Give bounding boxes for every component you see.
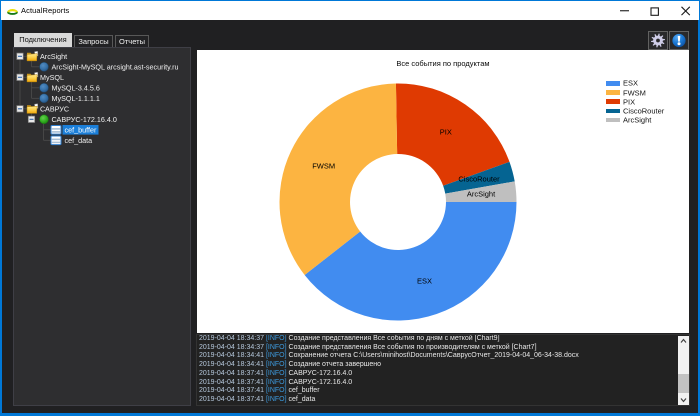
svg-text:САВРУС: САВРУС	[40, 104, 69, 113]
svg-text:MySQL-3.4.5.6: MySQL-3.4.5.6	[52, 83, 100, 92]
svg-text:cef_data: cef_data	[65, 136, 93, 145]
svg-text:ArcSight: ArcSight	[40, 52, 67, 61]
svg-text:MySQL-1.1.1.1: MySQL-1.1.1.1	[52, 94, 100, 103]
svg-text:MySQL: MySQL	[40, 73, 64, 82]
svg-text:САВРУС-172.16.4.0: САВРУС-172.16.4.0	[52, 115, 117, 124]
svg-text:cef_buffer: cef_buffer	[65, 125, 97, 134]
svg-text:ArcSight-MySQL arcsight.ast-se: ArcSight-MySQL arcsight.ast-security.ru	[52, 62, 179, 71]
